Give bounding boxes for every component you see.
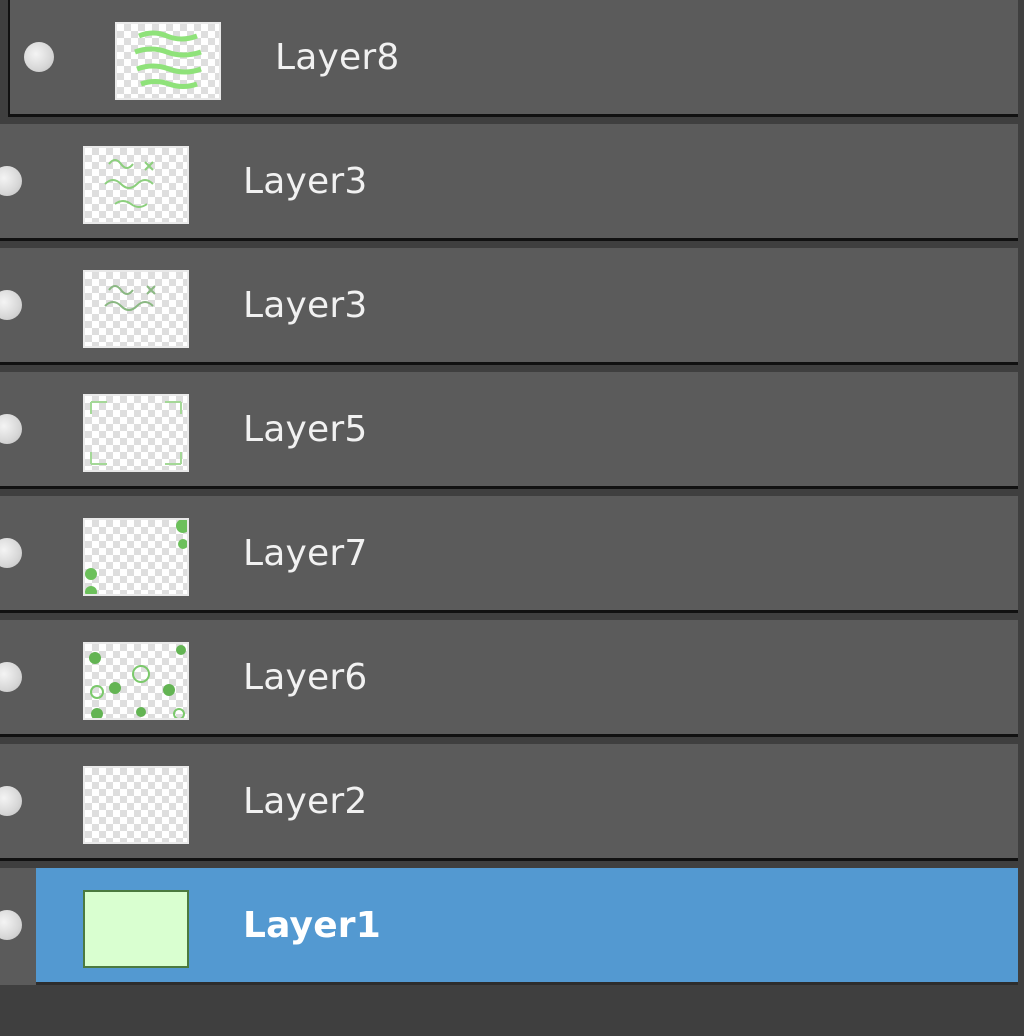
eye-visibility-icon[interactable]	[0, 166, 22, 196]
layer-thumbnail	[83, 146, 189, 224]
layer-name: Layer2	[243, 781, 368, 822]
layer-row-layer8[interactable]: Layer8	[8, 0, 1018, 117]
layer-thumbnail	[83, 270, 189, 348]
layer-row-layer7[interactable]: Layer7	[0, 496, 1018, 613]
layers-panel: Layer8 Layer3 Layer3 Layer5 Layer7 Layer…	[0, 0, 1024, 1036]
layer-row-layer3[interactable]: Layer3	[0, 248, 1018, 365]
layer-row-layer2[interactable]: Layer2	[0, 744, 1018, 861]
layer-name: Layer6	[243, 657, 368, 698]
layer-thumbnail	[83, 890, 189, 968]
eye-visibility-icon[interactable]	[0, 414, 22, 444]
eye-visibility-icon[interactable]	[0, 662, 22, 692]
layer-name: Layer8	[275, 37, 400, 78]
layer-row-layer1[interactable]: Layer1	[0, 868, 1018, 985]
layer-name: Layer7	[243, 533, 368, 574]
layer-row-layer3[interactable]: Layer3	[0, 124, 1018, 241]
layer-thumbnail	[115, 22, 221, 100]
layer-name: Layer5	[243, 409, 368, 450]
eye-visibility-icon[interactable]	[24, 42, 54, 72]
layer-thumbnail	[83, 518, 189, 596]
layer-thumbnail	[83, 642, 189, 720]
layer-thumbnail	[83, 766, 189, 844]
layer-name: Layer3	[243, 161, 368, 202]
eye-visibility-icon[interactable]	[0, 538, 22, 568]
eye-visibility-icon[interactable]	[0, 786, 22, 816]
layer-row-layer6[interactable]: Layer6	[0, 620, 1018, 737]
layer-name: Layer3	[243, 285, 368, 326]
eye-visibility-icon[interactable]	[0, 290, 22, 320]
layer-name: Layer1	[243, 905, 382, 946]
layer-row-layer5[interactable]: Layer5	[0, 372, 1018, 489]
layer-thumbnail	[83, 394, 189, 472]
